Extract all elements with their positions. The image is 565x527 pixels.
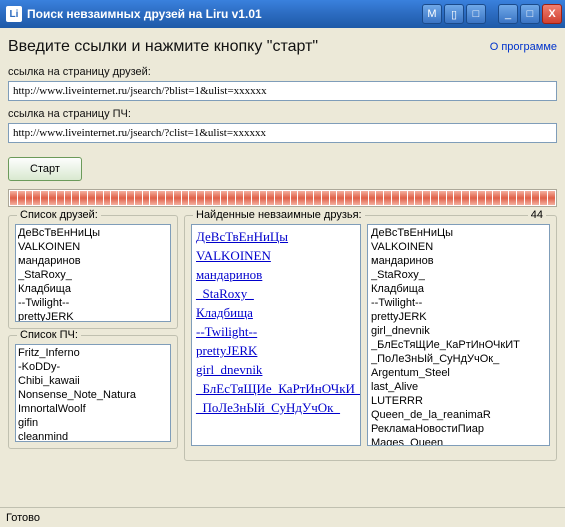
- found-link-item[interactable]: _StaRoxy_: [196, 284, 356, 303]
- found-right-listbox[interactable]: ДеВсТвЕнНиЦыVALKOINENмандаринов_StaRoxy_…: [367, 224, 550, 446]
- status-bar: Готово: [0, 507, 565, 527]
- close-button[interactable]: X: [542, 4, 562, 24]
- list-item[interactable]: Кладбища: [371, 282, 546, 296]
- start-button[interactable]: Старт: [8, 157, 82, 181]
- friends-group-title: Список друзей:: [17, 209, 101, 221]
- list-item[interactable]: ДеВсТвЕнНиЦы: [371, 226, 546, 240]
- app-icon: Li: [6, 6, 22, 22]
- list-item[interactable]: prettyJERK: [371, 310, 546, 324]
- window-title: Поиск невзаимных друзей на Liru v1.01: [27, 7, 422, 21]
- status-text: Готово: [6, 512, 40, 524]
- pch-listbox[interactable]: Fritz_Inferno-KoDDy-Chibi_kawaiiNonsense…: [15, 344, 171, 442]
- list-item[interactable]: gifin: [18, 416, 168, 430]
- list-item[interactable]: Argentum_Steel: [371, 366, 546, 380]
- list-item[interactable]: VALKOINEN: [18, 240, 168, 254]
- list-item[interactable]: _ПоЛеЗнЫй_СуНдУчОк_: [371, 352, 546, 366]
- found-group-title: Найденные невзаимные друзья:: [193, 209, 365, 221]
- found-link-item[interactable]: VALKOINEN: [196, 246, 356, 265]
- extra-button-2[interactable]: ▯: [444, 4, 464, 24]
- friends-listbox[interactable]: ДеВсТвЕнНиЦыVALKOINENмандаринов_StaRoxy_…: [15, 224, 171, 322]
- list-item[interactable]: Fritz_Inferno: [18, 346, 168, 360]
- found-link-item[interactable]: Кладбища: [196, 303, 356, 322]
- about-link[interactable]: О программе: [490, 41, 557, 53]
- list-item[interactable]: VALKOINEN: [371, 240, 546, 254]
- minimize-button[interactable]: _: [498, 4, 518, 24]
- pch-group: Список ПЧ: Fritz_Inferno-KoDDy-Chibi_kaw…: [8, 335, 178, 449]
- found-link-item[interactable]: girl_dnevnik: [196, 360, 356, 379]
- found-link-item[interactable]: --Twilight--: [196, 322, 356, 341]
- list-item[interactable]: _StaRoxy_: [371, 268, 546, 282]
- list-item[interactable]: _БлЕсТяЩИе_КаРтИнОЧкИТ: [371, 338, 546, 352]
- found-link-item[interactable]: ДеВсТвЕнНиЦы: [196, 227, 356, 246]
- list-item[interactable]: cleanmind: [18, 430, 168, 442]
- list-item[interactable]: мандаринов: [371, 254, 546, 268]
- friends-url-input[interactable]: [8, 81, 557, 101]
- list-item[interactable]: Nonsense_Note_Natura: [18, 388, 168, 402]
- list-item[interactable]: РекламаНовостиПиар: [371, 422, 546, 436]
- list-item[interactable]: LUTERRR: [371, 394, 546, 408]
- list-item[interactable]: girl_dnevnik: [371, 324, 546, 338]
- pch-group-title: Список ПЧ:: [17, 329, 81, 341]
- list-item[interactable]: Кладбища: [18, 282, 168, 296]
- pch-url-input[interactable]: [8, 123, 557, 143]
- list-item[interactable]: --Twilight--: [18, 296, 168, 310]
- list-item[interactable]: Mages_Queen: [371, 436, 546, 446]
- found-count: 44: [528, 209, 546, 221]
- pch-url-label: ссылка на страницу ПЧ:: [8, 108, 557, 120]
- list-item[interactable]: last_Alive: [371, 380, 546, 394]
- extra-button-1[interactable]: M: [422, 4, 442, 24]
- list-item[interactable]: --Twilight--: [371, 296, 546, 310]
- friends-url-label: ссылка на страницу друзей:: [8, 66, 557, 78]
- list-item[interactable]: prettyJERK: [18, 310, 168, 322]
- list-item[interactable]: _StaRoxy_: [18, 268, 168, 282]
- extra-button-3[interactable]: □: [466, 4, 486, 24]
- found-link-item[interactable]: мандаринов: [196, 265, 356, 284]
- found-group: Найденные невзаимные друзья: 44 ДеВсТвЕн…: [184, 215, 557, 461]
- page-heading: Введите ссылки и нажмите кнопку "старт": [8, 38, 557, 56]
- progress-bar: [8, 189, 557, 207]
- list-item[interactable]: -KoDDy-: [18, 360, 168, 374]
- friends-group: Список друзей: ДеВсТвЕнНиЦыVALKOINENманд…: [8, 215, 178, 329]
- list-item[interactable]: ДеВсТвЕнНиЦы: [18, 226, 168, 240]
- list-item[interactable]: ImnortalWoolf: [18, 402, 168, 416]
- found-link-item[interactable]: _БлЕсТяЩИе_КаРтИнОЧкИ_: [196, 379, 356, 398]
- found-links-pane[interactable]: ДеВсТвЕнНиЦыVALKOINENмандаринов_StaRoxy_…: [191, 224, 361, 446]
- list-item[interactable]: Queen_de_la_reanimaR: [371, 408, 546, 422]
- titlebar: Li Поиск невзаимных друзей на Liru v1.01…: [0, 0, 565, 28]
- found-link-item[interactable]: prettyJERK: [196, 341, 356, 360]
- maximize-button[interactable]: □: [520, 4, 540, 24]
- list-item[interactable]: мандаринов: [18, 254, 168, 268]
- found-link-item[interactable]: _ПоЛеЗнЫй_СуНдУчОк_: [196, 398, 356, 417]
- list-item[interactable]: Chibi_kawaii: [18, 374, 168, 388]
